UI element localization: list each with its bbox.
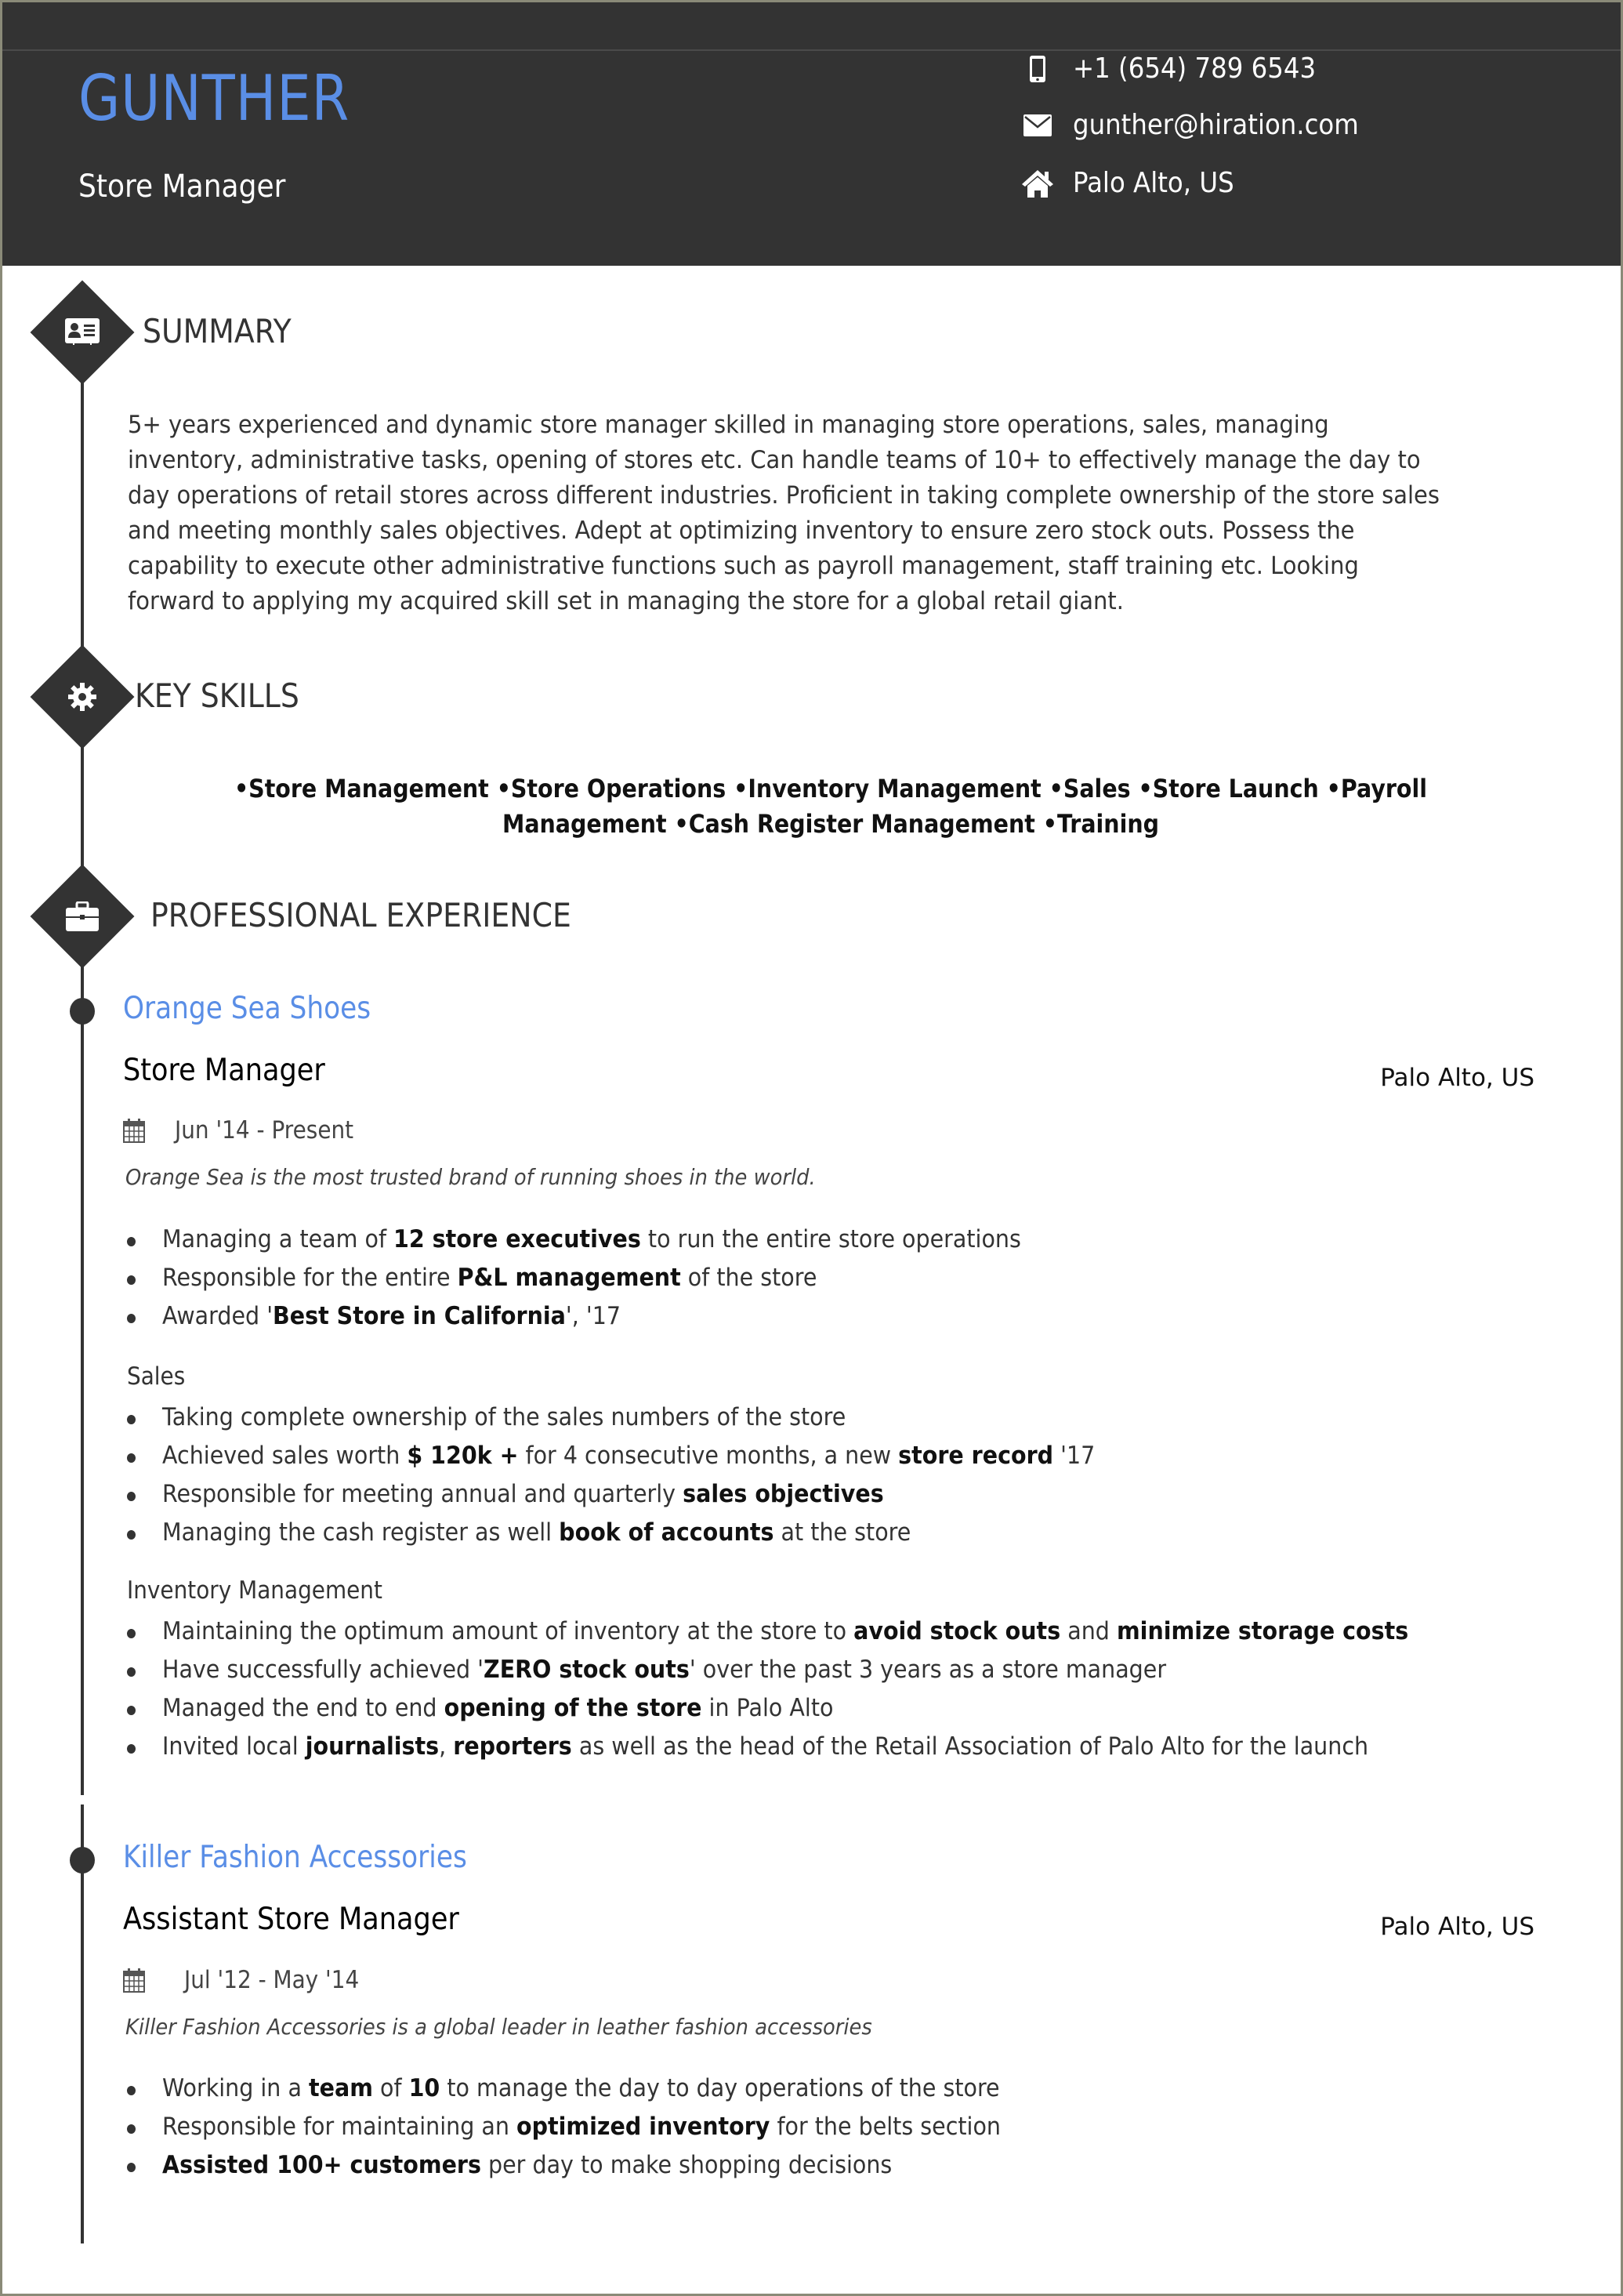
contact-phone: +1 (654) 789 6543 (1018, 53, 1343, 85)
job-dates: Jun '14 - Present (123, 1116, 373, 1144)
skill-item: •Store Management (234, 774, 497, 803)
bullet-item: Responsible for the entire P&L managemen… (125, 1259, 1096, 1297)
bullet-item: Managing a team of 12 store executives t… (125, 1221, 1096, 1259)
subsection-heading: Inventory Management (127, 1576, 382, 1605)
bullet-item: Managing the cash register as well book … (125, 1514, 1176, 1552)
skill-item: •Store Operations (496, 774, 734, 803)
id-card-icon (59, 308, 106, 355)
timeline-dot (70, 1847, 95, 1873)
company-name: Orange Sea Shoes (123, 991, 371, 1026)
envelope-icon (1018, 114, 1057, 136)
skill-item: •Cash Register Management (674, 809, 1043, 839)
candidate-headline: Store Manager (78, 169, 286, 205)
company-description: Orange Sea is the most trusted brand of … (125, 1164, 816, 1190)
bullet-highlight: store record (898, 1442, 1054, 1470)
bullet-item: Working in a team of 10 to manage the da… (125, 2069, 1074, 2108)
bullet-item: Responsible for maintaining an optimized… (125, 2108, 1074, 2146)
bullet-highlight: reporters (453, 1732, 572, 1761)
job-location: Palo Alto, US (1380, 1913, 1534, 1941)
bullet-highlight: sales objectives (683, 1480, 884, 1508)
home-icon (1018, 169, 1057, 198)
briefcase-icon (59, 893, 106, 940)
bullet-list: Maintaining the optimum amount of invent… (125, 1612, 1516, 1766)
contact-email: gunther@hiration.com (1018, 109, 1390, 141)
job-dates: Jul '12 - May '14 (123, 1966, 379, 1994)
job-location: Palo Alto, US (1380, 1064, 1534, 1092)
phone-number[interactable]: +1 (654) 789 6543 (1073, 53, 1316, 85)
calendar-icon (123, 1118, 145, 1143)
bullet-highlight: book of accounts (559, 1518, 774, 1547)
bullet-item: Have successfully achieved 'ZERO stock o… (125, 1651, 1516, 1689)
bullet-item: Taking complete ownership of the sales n… (125, 1398, 1176, 1437)
section-title-key-skills: KEY SKILLS (135, 676, 299, 715)
bullet-highlight: 12 store executives (393, 1225, 641, 1253)
bullet-item: Achieved sales worth $ 120k + for 4 cons… (125, 1437, 1176, 1475)
bullet-item: Managed the end to end opening of the st… (125, 1689, 1516, 1728)
bullet-item: Maintaining the optimum amount of invent… (125, 1612, 1516, 1651)
skill-item: •Training (1042, 809, 1160, 839)
bullet-highlight: 10 (408, 2074, 440, 2102)
company-name: Killer Fashion Accessories (123, 1840, 467, 1875)
bullet-highlight: Assisted 100+ customers (162, 2151, 481, 2179)
contact-location: Palo Alto, US (1018, 167, 1252, 199)
bullet-list: Working in a team of 10 to manage the da… (125, 2069, 1074, 2185)
skill-item: •Inventory Management (734, 774, 1049, 803)
subsection-heading: Sales (127, 1362, 186, 1391)
mobile-phone-icon (1018, 55, 1057, 83)
bullet-list: Managing a team of 12 store executives t… (125, 1221, 1096, 1336)
timeline-line (81, 337, 84, 1795)
bullet-highlight: avoid stock outs (853, 1617, 1061, 1645)
date-range: Jul '12 - May '14 (184, 1966, 360, 1994)
bullet-item: Invited local journalists, reporters as … (125, 1728, 1516, 1766)
section-title-summary: SUMMARY (143, 312, 292, 350)
gear-icon (59, 673, 106, 720)
company-description: Killer Fashion Accessories is a global l… (125, 2014, 872, 2040)
skill-item: •Sales (1049, 774, 1139, 803)
skill-item: •Store Launch (1138, 774, 1327, 803)
bullet-item: Awarded 'Best Store in California', '17 (125, 1297, 1096, 1336)
bullet-highlight: opening of the store (444, 1694, 702, 1722)
header-divider (2, 49, 1621, 51)
bullet-highlight: $ 120k + (407, 1442, 519, 1470)
job-role: Assistant Store Manager (123, 1902, 459, 1937)
location-text: Palo Alto, US (1073, 167, 1234, 199)
date-range: Jun '14 - Present (175, 1116, 354, 1144)
bullet-highlight: Best Store in California (273, 1302, 566, 1330)
bullet-highlight: journalists (305, 1732, 440, 1761)
summary-paragraph: 5+ years experienced and dynamic store m… (128, 411, 1440, 615)
bullet-item: Responsible for meeting annual and quart… (125, 1475, 1176, 1514)
bullet-highlight: ZERO stock outs (484, 1656, 690, 1684)
bullet-list: Taking complete ownership of the sales n… (125, 1398, 1176, 1552)
bullet-highlight: team (309, 2074, 373, 2102)
bullet-highlight: minimize storage costs (1116, 1617, 1409, 1645)
bullet-highlight: P&L management (457, 1264, 681, 1292)
skills-list: •Store Management •Store Operations •Inv… (203, 771, 1458, 842)
bullet-highlight: optimized inventory (516, 2113, 770, 2141)
timeline-dot (70, 998, 95, 1025)
calendar-icon (123, 1968, 145, 1993)
section-title-experience: PROFESSIONAL EXPERIENCE (150, 896, 571, 934)
resume-header: GUNTHER Store Manager +1 (654) 789 6543 … (2, 2, 1621, 266)
bullet-item: Assisted 100+ customers per day to make … (125, 2146, 1074, 2185)
candidate-name: GUNTHER (78, 62, 350, 135)
email-address[interactable]: gunther@hiration.com (1073, 109, 1359, 141)
job-role: Store Manager (123, 1053, 325, 1088)
